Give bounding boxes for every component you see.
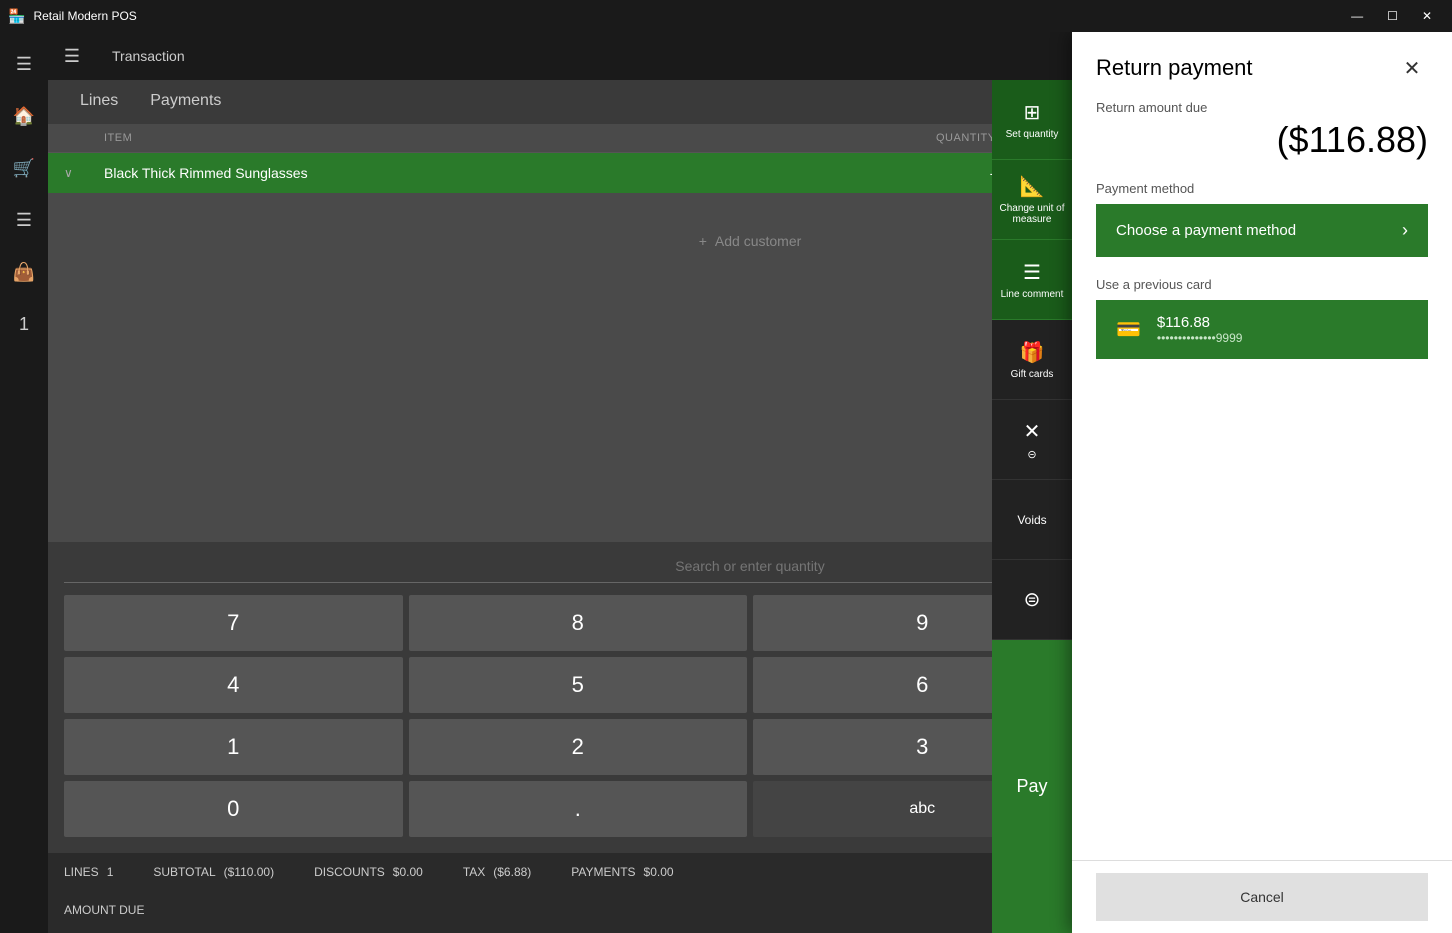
maximize-button[interactable]: ☐: [1375, 0, 1410, 32]
prev-card-button[interactable]: 💳 $116.88 ••••••••••••••9999: [1096, 300, 1428, 359]
numpad-1[interactable]: 1: [64, 719, 403, 775]
set-quantity-label: Set quantity: [1006, 129, 1059, 140]
void-icon2: ⊝: [1027, 448, 1036, 461]
tax-summary: TAX ($6.88): [463, 865, 531, 879]
equals-icon: ⊜: [1024, 587, 1041, 612]
hamburger-button[interactable]: ☰: [48, 32, 96, 80]
return-payment-panel: Return payment ✕ Return amount due ($116…: [1072, 32, 1452, 933]
panel-header: Return payment ✕: [1072, 32, 1452, 100]
nav-transaction-label: Transaction: [96, 48, 201, 64]
row-chevron-icon: ∨: [64, 166, 104, 180]
minimize-button[interactable]: —: [1339, 0, 1375, 32]
pay-button[interactable]: Pay: [992, 640, 1072, 933]
tab-lines[interactable]: Lines: [64, 80, 134, 124]
line-comment-icon: ☰: [1023, 260, 1041, 285]
subtotal-summary: SUBTOTAL ($110.00): [153, 865, 274, 879]
panel-body: Return amount due ($116.88) Payment meth…: [1072, 100, 1452, 860]
choose-payment-chevron-icon: ›: [1402, 220, 1408, 241]
card-amount: $116.88: [1157, 314, 1210, 331]
gift-cards-label: Gift cards: [1011, 369, 1054, 380]
discounts-label: DISCOUNTS: [314, 865, 385, 879]
app-title: Retail Modern POS: [33, 9, 136, 23]
set-quantity-button[interactable]: ⊞ Set quantity: [992, 80, 1072, 160]
col-header-item: ITEM: [104, 132, 936, 144]
tab-payments[interactable]: Payments: [134, 80, 237, 124]
panel-title: Return payment: [1096, 55, 1253, 81]
subtotal-value: ($110.00): [224, 865, 274, 879]
change-unit-icon: 📐: [1020, 174, 1045, 199]
credit-card-icon: 💳: [1116, 317, 1141, 342]
pay-label: Pay: [1016, 776, 1047, 797]
payments-label: PAYMENTS: [571, 865, 635, 879]
sidebar-item-list[interactable]: ☰: [0, 196, 48, 244]
numpad-5[interactable]: 5: [409, 657, 748, 713]
app-icon: 🏪: [8, 8, 25, 25]
void-button[interactable]: ✕ ⊝: [992, 400, 1072, 480]
set-quantity-icon: ⊞: [1024, 100, 1041, 125]
numpad-7[interactable]: 7: [64, 595, 403, 651]
sidebar-item-cart[interactable]: 🛒: [0, 144, 48, 192]
close-button[interactable]: ✕: [1410, 0, 1444, 32]
title-bar: 🏪 Retail Modern POS — ☐ ✕: [0, 0, 1452, 32]
voids-button[interactable]: Voids: [992, 480, 1072, 560]
gift-cards-button[interactable]: 🎁 Gift cards: [992, 320, 1072, 400]
right-action-panel: ⊞ Set quantity 📐 Change unit of measure …: [992, 80, 1072, 933]
choose-payment-button[interactable]: Choose a payment method ›: [1096, 204, 1428, 257]
col-header-check: [64, 132, 104, 144]
title-bar-left: 🏪 Retail Modern POS: [8, 8, 137, 25]
numpad-2[interactable]: 2: [409, 719, 748, 775]
line-comment-label: Line comment: [1001, 289, 1064, 300]
add-customer-label: Add customer: [715, 233, 801, 249]
sidebar-item-menu[interactable]: ☰: [0, 40, 48, 88]
tax-label: TAX: [463, 865, 485, 879]
discounts-value: $0.00: [393, 865, 423, 879]
cancel-button[interactable]: Cancel: [1096, 873, 1428, 921]
discounts-summary: DISCOUNTS $0.00: [314, 865, 423, 879]
change-unit-button[interactable]: 📐 Change unit of measure: [992, 160, 1072, 240]
payment-method-label: Payment method: [1096, 181, 1428, 196]
choose-payment-label: Choose a payment method: [1116, 222, 1296, 239]
gift-cards-icon: 🎁: [1020, 340, 1045, 365]
payments-summary: PAYMENTS $0.00: [571, 865, 673, 879]
panel-footer: Cancel: [1072, 860, 1452, 933]
card-info: $116.88 ••••••••••••••9999: [1157, 314, 1243, 345]
add-customer-plus-icon: +: [699, 233, 707, 249]
tax-value: ($6.88): [493, 865, 531, 879]
return-amount-value: ($116.88): [1096, 119, 1428, 161]
sidebar-item-bag[interactable]: 👜: [0, 248, 48, 296]
numpad-decimal[interactable]: .: [409, 781, 748, 837]
lines-summary: LINES 1: [64, 865, 113, 879]
sidebar-item-number[interactable]: 1: [0, 300, 48, 348]
line-comment-button[interactable]: ☰ Line comment: [992, 240, 1072, 320]
equals-button[interactable]: ⊜: [992, 560, 1072, 640]
numpad-4[interactable]: 4: [64, 657, 403, 713]
row-item-name: Black Thick Rimmed Sunglasses: [104, 165, 936, 181]
sidebar: ☰ 🏠 🛒 ☰ 👜 1: [0, 32, 48, 933]
card-number: ••••••••••••••9999: [1157, 331, 1243, 345]
return-amount-label: Return amount due: [1096, 100, 1428, 115]
sidebar-item-home[interactable]: 🏠: [0, 92, 48, 140]
void-icon: ✕: [1024, 419, 1041, 444]
amount-due-label: AMOUNT DUE: [64, 903, 144, 917]
voids-label: Voids: [1017, 513, 1046, 527]
lines-value: 1: [107, 865, 114, 879]
subtotal-label: SUBTOTAL: [153, 865, 215, 879]
payments-value: $0.00: [644, 865, 674, 879]
title-bar-controls: — ☐ ✕: [1339, 0, 1444, 32]
lines-label: LINES: [64, 865, 99, 879]
prev-card-label: Use a previous card: [1096, 277, 1428, 292]
numpad-0[interactable]: 0: [64, 781, 403, 837]
app: ☰ 🏠 🛒 ☰ 👜 1 ☰ Transaction 🔍 Lines Paymen…: [0, 32, 1452, 933]
numpad-8[interactable]: 8: [409, 595, 748, 651]
panel-close-button[interactable]: ✕: [1396, 52, 1428, 84]
change-unit-label: Change unit of measure: [996, 203, 1068, 225]
